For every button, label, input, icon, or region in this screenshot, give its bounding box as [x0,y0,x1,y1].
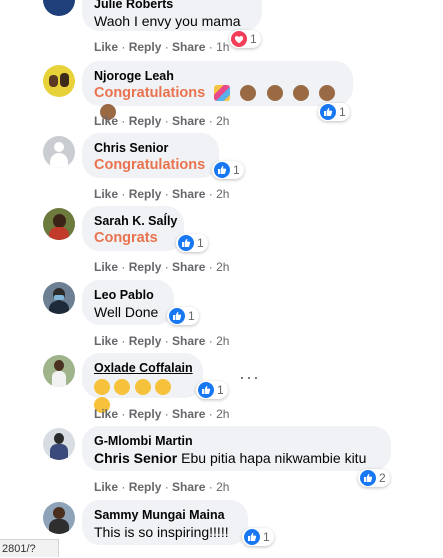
clap-emoji-icon [155,378,172,395]
like-reaction-icon [244,529,260,545]
like-reaction-icon [178,235,194,251]
comment-text: Chris Senior Ebu pitia hapa nikwambie ki… [94,450,367,466]
commenter-name[interactable]: Leo Pablo [94,287,162,303]
like-button[interactable]: Like [94,187,118,201]
comment-bubble: Chris Senior Congratulations [82,133,219,178]
share-button[interactable]: Share [172,407,205,421]
comment-actions: Like · Reply · Share · 2h [94,187,230,201]
reaction-count[interactable]: 1 [229,30,261,48]
reply-button[interactable]: Reply [129,480,162,494]
heart-reaction-icon [231,31,247,47]
comment-actions: Like · Reply · Share · 2h [94,407,230,421]
commenter-name[interactable]: Sarah K. Saĺly [94,213,177,229]
timestamp[interactable]: 1h [216,40,229,54]
clap-emoji-icon [94,378,110,395]
avatar[interactable] [43,502,75,534]
reaction-count[interactable]: 2 [358,469,390,487]
comment-text: Congratulations [94,85,206,101]
avatar[interactable] [43,355,75,387]
reply-button[interactable]: Reply [129,334,162,348]
share-button[interactable]: Share [172,187,205,201]
avatar[interactable] [43,0,75,16]
comment-bubble: Njoroge Leah Congratulations [82,61,353,120]
like-reaction-icon [320,104,336,120]
comment-actions: Like · Reply · Share · 2h [94,334,230,348]
like-button[interactable]: Like [94,114,118,128]
comment-text: Congrats [94,230,158,246]
confetti-emoji-icon [213,84,230,101]
status-bar-url: 2801/? [0,539,59,557]
timestamp[interactable]: 2h [216,480,229,494]
clap-emoji-icon [114,378,131,395]
reply-button[interactable]: Reply [129,260,162,274]
clap-emoji-icon [134,378,151,395]
comment-bubble: Julie Roberts Waoh I envy you mama [82,0,262,31]
comment-actions: Like · Reply · Share · 1h [94,40,230,54]
clap-emoji-icon [292,84,309,101]
commenter-name[interactable]: Julie Roberts [94,0,250,12]
commenter-name[interactable]: G-Mlombi Martin [94,433,379,449]
comment-bubble: G-Mlombi Martin Chris Senior Ebu pitia h… [82,426,391,471]
like-button[interactable]: Like [94,40,118,54]
commenter-name[interactable]: Chris Senior [94,140,207,156]
comment-actions: Like · Reply · Share · 2h [94,114,230,128]
timestamp[interactable]: 2h [216,334,229,348]
commenter-name[interactable]: Njoroge Leah [94,68,341,84]
comment-text: Congratulations [94,157,206,173]
clap-emoji-icon [319,84,336,101]
reaction-count[interactable]: 1 [318,103,350,121]
like-reaction-icon [169,308,185,324]
clap-emoji-icon [240,84,257,101]
like-reaction-icon [360,470,376,486]
commenter-name[interactable]: Oxlade Coffalain [94,360,193,376]
comment-text: Well Done [94,304,159,320]
commenter-name[interactable]: Sammy Mungai Maina [94,507,236,523]
more-options-icon[interactable]: ··· [239,367,260,388]
comment-text: Waoh I envy you mama [94,13,241,29]
reaction-count[interactable]: 1 [242,528,274,546]
timestamp[interactable]: 2h [216,114,229,128]
reply-button[interactable]: Reply [129,187,162,201]
timestamp[interactable]: 2h [216,187,229,201]
share-button[interactable]: Share [172,480,205,494]
share-button[interactable]: Share [172,334,205,348]
like-button[interactable]: Like [94,334,118,348]
reply-button[interactable]: Reply [129,114,162,128]
avatar[interactable] [43,65,75,97]
share-button[interactable]: Share [172,114,205,128]
avatar[interactable] [43,136,75,168]
share-button[interactable]: Share [172,260,205,274]
reaction-count[interactable]: 1 [167,307,199,325]
share-button[interactable]: Share [172,40,205,54]
comment-text: This is so inspiring!!!!! [94,524,229,540]
like-button[interactable]: Like [94,260,118,274]
like-reaction-icon [214,162,230,178]
comment-actions: Like · Reply · Share · 2h [94,260,230,274]
reaction-count[interactable]: 1 [212,161,244,179]
avatar[interactable] [43,428,75,460]
comment-bubble: Leo Pablo Well Done [82,280,174,325]
like-reaction-icon [198,382,214,398]
avatar[interactable] [43,282,75,314]
reply-button[interactable]: Reply [129,40,162,54]
reaction-count[interactable]: 1 [176,234,208,252]
like-button[interactable]: Like [94,480,118,494]
like-button[interactable]: Like [94,407,118,421]
comment-bubble: Sammy Mungai Maina This is so inspiring!… [82,500,248,545]
comment-bubble: Sarah K. Saĺly Congrats [82,206,184,251]
comment-bubble: Oxlade Coffalain [82,353,203,413]
comment-actions: Like · Reply · Share · 2h [94,480,230,494]
reaction-count[interactable]: 1 [196,381,228,399]
mentioned-user-link[interactable]: Chris Senior [94,450,177,466]
reply-button[interactable]: Reply [129,407,162,421]
timestamp[interactable]: 2h [216,260,229,274]
clap-emoji-icon [266,84,283,101]
avatar[interactable] [43,208,75,240]
timestamp[interactable]: 2h [216,407,229,421]
